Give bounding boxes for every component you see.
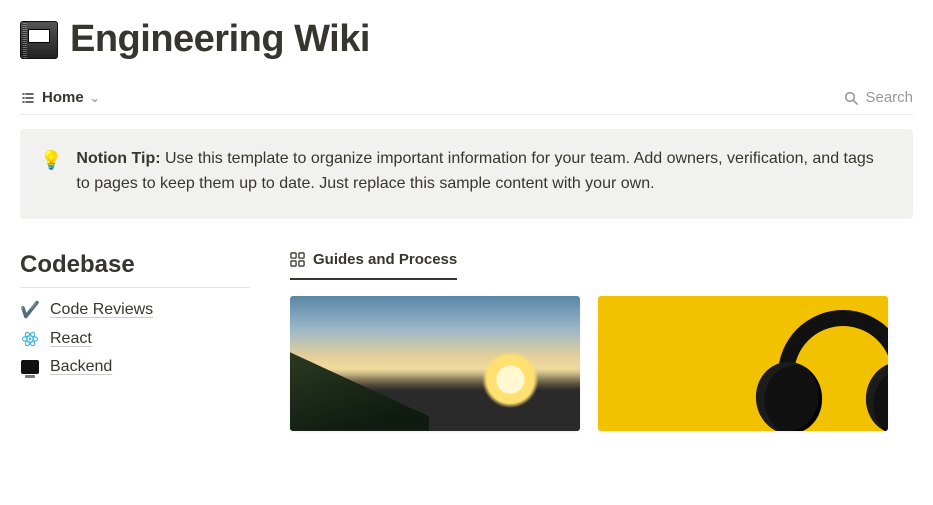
page-header: Engineering Wiki xyxy=(20,18,913,61)
gallery-section: Guides and Process xyxy=(290,251,913,431)
callout-text: Use this template to organize important … xyxy=(76,150,873,192)
sidebar-item-backend[interactable]: Backend xyxy=(20,358,250,376)
codebase-sidebar: Codebase ✔️ Code Reviews React Backend xyxy=(20,251,250,431)
sidebar-item-label: Code Reviews xyxy=(50,301,153,319)
headphones-image xyxy=(758,304,889,431)
sidebar-item-code-reviews[interactable]: ✔️ Code Reviews xyxy=(20,300,250,320)
sidebar-divider xyxy=(20,287,250,288)
react-icon xyxy=(20,330,40,348)
notebook-icon xyxy=(20,21,58,59)
gallery-card[interactable] xyxy=(598,296,888,431)
view-toolbar: Home ⌄ Search xyxy=(20,83,913,115)
list-icon xyxy=(20,90,36,106)
monitor-icon xyxy=(20,360,40,374)
sidebar-item-label: React xyxy=(50,330,92,348)
chevron-down-icon: ⌄ xyxy=(90,91,100,105)
bulb-icon: 💡 xyxy=(40,147,62,197)
gallery-icon xyxy=(290,252,305,267)
sidebar-item-react[interactable]: React xyxy=(20,330,250,348)
gallery-card[interactable] xyxy=(290,296,580,431)
view-tab-home[interactable]: Home ⌄ xyxy=(20,89,100,106)
search-label: Search xyxy=(865,89,913,106)
gallery-tab-guides[interactable]: Guides and Process xyxy=(290,251,457,280)
search-button[interactable]: Search xyxy=(843,89,913,106)
check-icon: ✔️ xyxy=(20,300,40,320)
gallery-tab-label: Guides and Process xyxy=(313,251,457,268)
page-title: Engineering Wiki xyxy=(70,18,370,61)
sidebar-item-label: Backend xyxy=(50,358,112,376)
tip-callout: 💡 Notion Tip: Use this template to organ… xyxy=(20,129,913,219)
view-tab-label: Home xyxy=(42,89,84,106)
sidebar-heading: Codebase xyxy=(20,251,250,279)
callout-body: Notion Tip: Use this template to organiz… xyxy=(76,147,876,197)
callout-prefix: Notion Tip: xyxy=(76,150,160,167)
